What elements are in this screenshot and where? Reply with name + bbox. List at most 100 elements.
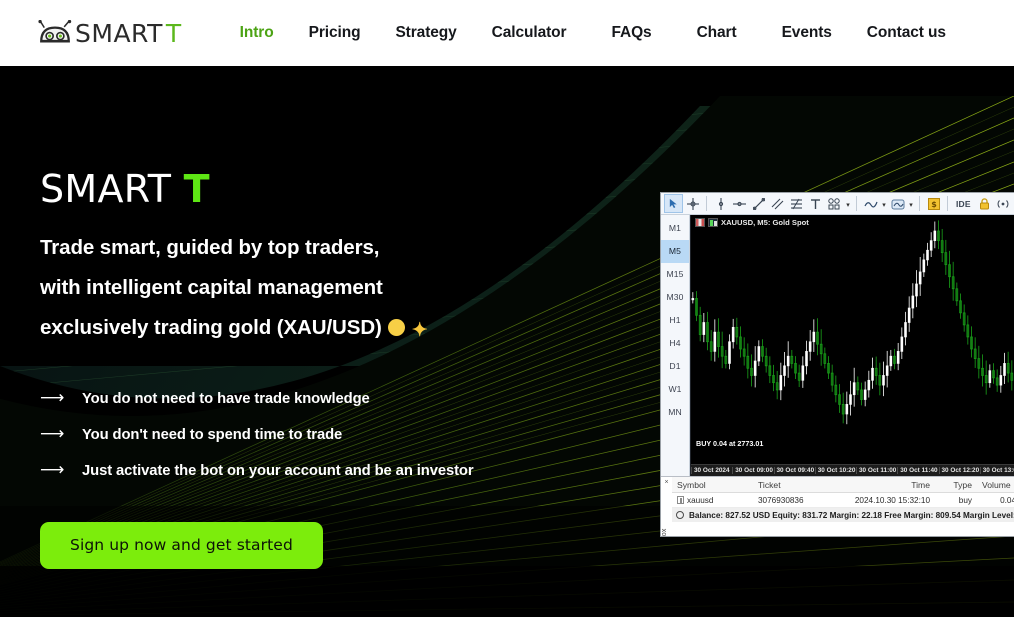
time-tick: 30 Oct 12:20: [938, 467, 980, 474]
balance-text: Balance: 827.52 USD Equity: 831.72 Margi…: [689, 510, 1014, 520]
chart-bars-icon: [695, 218, 705, 227]
cursor-arrow-icon[interactable]: [664, 194, 683, 213]
chevron-down-icon[interactable]: ▾: [880, 194, 888, 213]
nav-item-intro[interactable]: Intro: [240, 18, 274, 48]
chevron-down-icon[interactable]: ▾: [844, 194, 852, 213]
toolbar-divider: [947, 196, 948, 211]
fibonacci-icon[interactable]: [787, 194, 806, 213]
timeframe-rail: M1 M5 M15 M30 H1 H4 D1 W1 MN: [661, 215, 690, 476]
timeframe-m15[interactable]: M15: [661, 263, 689, 286]
brand-logo[interactable]: SMART T: [38, 19, 182, 48]
nav-item-strategy[interactable]: Strategy: [395, 18, 456, 48]
column-header-time[interactable]: Time: [844, 480, 936, 490]
nav-item-contact-us[interactable]: Contact us: [867, 18, 946, 48]
cell-ticket: 3076930836: [758, 495, 804, 505]
lock-icon[interactable]: [975, 194, 994, 213]
signal-icon[interactable]: [994, 194, 1013, 213]
chart-candles-icon: [708, 218, 718, 227]
column-header-ticket[interactable]: Ticket: [758, 480, 844, 490]
positions-table: Symbol Ticket Time Type Volume▾ xauusd 3…: [672, 477, 1014, 536]
time-tick: 30 Oct 11:00: [856, 467, 897, 474]
hero-subline-3-wrap: exclusively trading gold (XAU/USD) ✦: [40, 308, 640, 348]
list-item: ⟶ Just activate the bot on your account …: [40, 453, 640, 489]
arrow-right-icon: ⟶: [40, 424, 65, 445]
text-tool-icon[interactable]: [806, 194, 825, 213]
hero-subline-2: with intelligent capital management: [40, 275, 383, 299]
candles-icon[interactable]: [888, 194, 907, 213]
arrow-right-icon: ⟶: [40, 388, 65, 409]
table-row[interactable]: xauusd 3076930836 2024.10.30 15:32:10 bu…: [672, 493, 1014, 508]
nav-item-chart[interactable]: Chart: [697, 18, 737, 48]
toolbar-divider: [856, 196, 857, 211]
hero-title-main: SMART: [40, 167, 184, 211]
list-item-label: You do not need to have trade knowledge: [82, 390, 370, 407]
time-tick: 30 Oct 2024: [691, 467, 732, 474]
nav-item-calculator[interactable]: Calculator: [492, 18, 567, 48]
timeframe-m30[interactable]: M30: [661, 286, 689, 309]
column-header-type[interactable]: Type: [936, 480, 978, 490]
crosshair-icon[interactable]: [683, 194, 702, 213]
time-tick: 30 Oct 13:00: [979, 467, 1014, 474]
sparkles-icon: ✦: [411, 319, 428, 341]
table-header-row: Symbol Ticket Time Type Volume▾: [672, 477, 1014, 493]
page-root: SMART T Intro Pricing Strategy Calculato…: [0, 0, 1014, 617]
column-header-volume-label: Volume: [982, 479, 1011, 490]
chart-symbol-label: XAUUSD, M5: Gold Spot: [695, 218, 809, 227]
time-tick: 30 Oct 09:40: [773, 467, 815, 474]
column-header-volume[interactable]: Volume▾: [978, 480, 1014, 490]
timeframe-mn[interactable]: MN: [661, 401, 689, 424]
list-item: ⟶ You do not need to have trade knowledg…: [40, 381, 640, 417]
signup-button[interactable]: Sign up now and get started: [40, 521, 323, 569]
nav-item-events[interactable]: Events: [782, 18, 832, 48]
benefit-list: ⟶ You do not need to have trade knowledg…: [40, 381, 640, 489]
robot-head-icon: [38, 20, 72, 43]
equidistant-channel-icon[interactable]: [768, 194, 787, 213]
timeframe-d1[interactable]: D1: [661, 355, 689, 378]
hero-content: SMART T Trade smart, guided by top trade…: [40, 167, 640, 569]
time-tick: 30 Oct 11:40: [897, 467, 938, 474]
buy-order-annotation: BUY 0.04 at 2773.01: [696, 439, 764, 448]
chart-symbol-text: XAUUSD, M5: Gold Spot: [721, 218, 809, 227]
vertical-line-icon[interactable]: [711, 194, 730, 213]
cell-time: 2024.10.30 15:32:10: [854, 495, 930, 505]
chevron-down-icon[interactable]: ▾: [907, 194, 915, 213]
nav-item-faqs[interactable]: FAQs: [611, 18, 651, 48]
horizontal-line-icon[interactable]: [730, 194, 749, 213]
shapes-icon[interactable]: [825, 194, 844, 213]
time-tick: 30 Oct 09:00: [732, 467, 773, 474]
terminal-body: M1 M5 M15 M30 H1 H4 D1 W1 MN XAUUSD, M5:…: [661, 215, 1014, 476]
trading-platform-screenshot: ▾ ▾ ▾ $ IDE M1 M5 M15 M30 H1 H4 D1 W1 MN…: [661, 193, 1014, 536]
cell-symbol: xauusd: [672, 495, 758, 505]
trendline-icon[interactable]: [749, 194, 768, 213]
nav-item-pricing[interactable]: Pricing: [309, 18, 361, 48]
brand-word: SMART: [75, 18, 163, 48]
hero-title-accent: T: [183, 167, 210, 211]
account-balance-summary: Balance: 827.52 USD Equity: 831.72 Margi…: [672, 508, 1014, 522]
cell-type: buy: [958, 495, 972, 505]
svg-text:$: $: [931, 200, 937, 209]
account-icon: [676, 511, 684, 519]
ide-button[interactable]: IDE: [952, 199, 975, 209]
symbol-badge-icon: [677, 495, 684, 504]
hero-subline-3: exclusively trading gold (XAU/USD): [40, 315, 382, 339]
brand-accent-letter: T: [165, 18, 182, 48]
timeframe-w1[interactable]: W1: [661, 378, 689, 401]
toolbar-divider: [919, 196, 920, 211]
main-nav: Intro Pricing Strategy Calculator FAQs C…: [240, 18, 981, 48]
list-item-label: You don't need to spend time to trade: [82, 426, 343, 443]
timeframe-h1[interactable]: H1: [661, 309, 689, 332]
cell-symbol-text: xauusd: [687, 495, 714, 505]
time-tick: 30 Oct 10:20: [814, 467, 856, 474]
timeframe-m5[interactable]: M5: [661, 240, 689, 263]
chart-time-axis: 30 Oct 2024 30 Oct 09:00 30 Oct 09:40 30…: [691, 464, 1014, 476]
list-item: ⟶ You don't need to spend time to trade: [40, 417, 640, 453]
site-header: SMART T Intro Pricing Strategy Calculato…: [0, 0, 1014, 66]
price-chart[interactable]: XAUUSD, M5: Gold Spot BUY 0.04 at 2773.0…: [690, 215, 1014, 476]
gold-circle-icon: [387, 318, 405, 336]
column-header-symbol[interactable]: Symbol: [672, 480, 758, 490]
candlestick-series: [691, 220, 1014, 425]
dollar-badge-icon[interactable]: $: [924, 194, 943, 213]
timeframe-m1[interactable]: M1: [661, 217, 689, 240]
line-chart-icon[interactable]: [861, 194, 880, 213]
timeframe-h4[interactable]: H4: [661, 332, 689, 355]
